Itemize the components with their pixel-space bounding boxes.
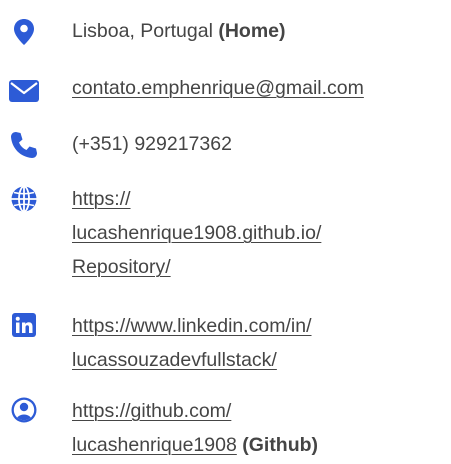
website-link-line-3: Repository/ xyxy=(72,256,171,278)
email-link[interactable]: contato.emphenrique@gmail.com xyxy=(72,77,364,99)
github-label: (Github) xyxy=(242,434,319,456)
linkedin-link-line-1: https://www.linkedin.com/in/ xyxy=(72,315,312,337)
website-link-line-1: https:// xyxy=(72,188,131,210)
phone-icon xyxy=(8,129,40,161)
website-link-line-2: lucashenrique1908.github.io/ xyxy=(72,222,322,244)
website-link[interactable]: https:// lucashenrique1908.github.io/ Re… xyxy=(72,182,451,284)
linkedin-icon xyxy=(8,309,40,341)
linkedin-link[interactable]: https://www.linkedin.com/in/ lucassouzad… xyxy=(72,309,451,377)
github-link-line-1[interactable]: https://github.com/ xyxy=(72,394,451,428)
location-text: Lisboa, Portugal xyxy=(72,20,213,42)
github-link-line-2[interactable]: lucashenrique1908 xyxy=(72,434,237,456)
linkedin-link-line-2: lucassouzadevfullstack/ xyxy=(72,349,277,371)
location-home-label: (Home) xyxy=(218,20,286,42)
envelope-icon xyxy=(8,75,40,107)
user-circle-icon xyxy=(8,394,40,426)
phone-text: (+351) 929217362 xyxy=(72,133,232,155)
map-pin-icon xyxy=(8,16,40,48)
globe-icon xyxy=(8,183,40,215)
